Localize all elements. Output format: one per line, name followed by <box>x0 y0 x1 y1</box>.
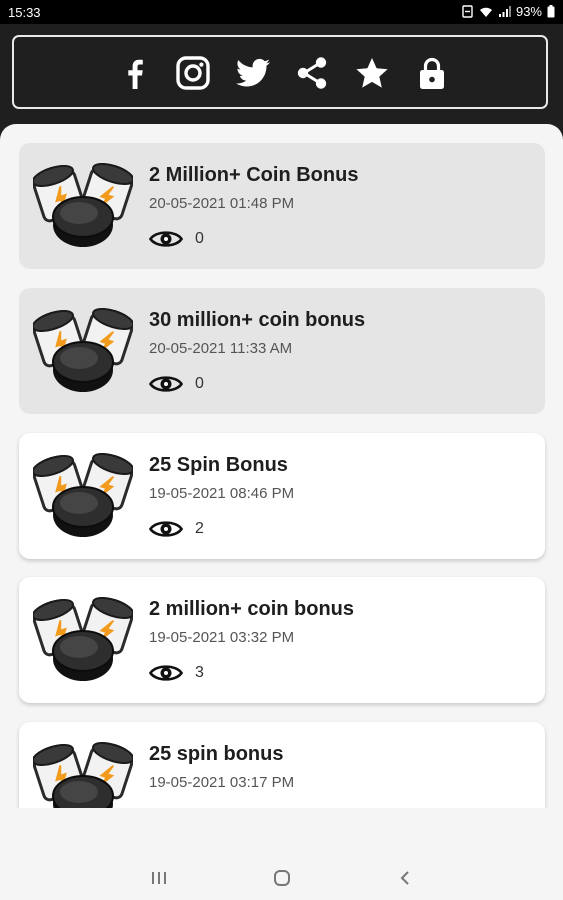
facebook-icon[interactable] <box>117 55 153 91</box>
reward-card[interactable]: 30 million+ coin bonus 20-05-2021 11:33 … <box>19 288 545 414</box>
reward-date: 19-05-2021 03:32 PM <box>149 629 295 646</box>
reward-card[interactable]: 25 Spin Bonus 19-05-2021 08:46 PM 2 <box>19 433 545 559</box>
home-icon[interactable] <box>270 868 294 888</box>
social-bar <box>12 35 548 109</box>
reward-title: 25 Spin Bonus <box>149 454 288 476</box>
coins-thumbnail <box>31 307 135 393</box>
view-count: 0 <box>195 230 204 247</box>
reward-card[interactable]: 2 million+ coin bonus 19-05-2021 03:32 P… <box>19 577 545 703</box>
view-counter: 3 <box>149 662 204 684</box>
status-bar: 15:33 93% <box>0 0 563 24</box>
lock-icon[interactable] <box>414 55 450 91</box>
view-count: 3 <box>195 664 204 681</box>
view-count: 0 <box>195 375 204 392</box>
navigation-bar <box>0 856 563 900</box>
instagram-icon[interactable] <box>175 55 211 91</box>
battery-icon <box>547 5 555 18</box>
reward-title: 2 Million+ Coin Bonus <box>149 164 359 186</box>
coins-thumbnail <box>31 452 135 538</box>
reward-title: 2 million+ coin bonus <box>149 598 355 620</box>
eye-icon <box>149 518 183 540</box>
status-icons: 93% <box>461 4 555 19</box>
view-counter: 2 <box>149 518 204 540</box>
back-icon[interactable] <box>393 868 417 888</box>
view-counter: 0 <box>149 373 204 395</box>
eye-icon <box>149 373 183 395</box>
reward-title: 30 million+ coin bonus <box>149 309 366 331</box>
view-counter: 0 <box>149 228 204 250</box>
rewards-list[interactable]: 2 Million+ Coin Bonus 20-05-2021 01:48 P… <box>0 124 563 856</box>
twitter-icon[interactable] <box>235 55 271 91</box>
header <box>0 24 563 124</box>
reward-card[interactable]: 2 Million+ Coin Bonus 20-05-2021 01:48 P… <box>19 143 545 269</box>
reward-date: 20-05-2021 11:33 AM <box>149 340 293 357</box>
battery-percent: 93% <box>515 4 542 19</box>
reward-date: 19-05-2021 03:17 PM <box>149 774 295 791</box>
signal-icon <box>498 5 511 18</box>
eye-icon <box>149 228 183 250</box>
wifi-icon <box>479 6 493 18</box>
status-time: 15:33 <box>8 5 41 20</box>
reward-date: 19-05-2021 08:46 PM <box>149 485 295 502</box>
recent-apps-icon[interactable] <box>147 868 171 888</box>
view-count: 2 <box>195 520 204 537</box>
coins-thumbnail <box>31 596 135 682</box>
reward-date: 20-05-2021 01:48 PM <box>149 195 295 212</box>
reward-title: 25 spin bonus <box>149 743 284 765</box>
eye-icon <box>149 662 183 684</box>
coins-thumbnail <box>31 162 135 248</box>
list-fade <box>0 808 563 856</box>
star-icon[interactable] <box>354 55 390 91</box>
share-icon[interactable] <box>294 55 330 91</box>
mute-icon <box>461 5 474 18</box>
